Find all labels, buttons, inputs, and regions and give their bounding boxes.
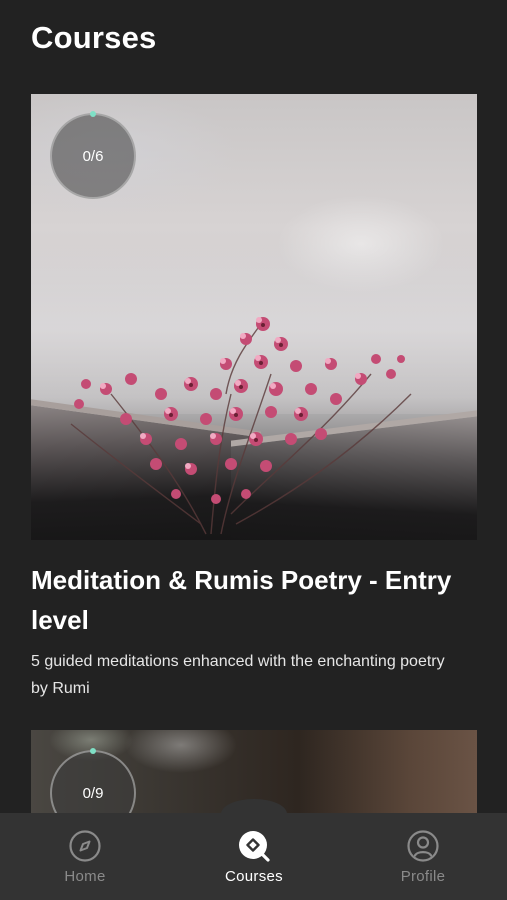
nav-item-courses[interactable]: Courses — [194, 813, 314, 900]
nav-label-courses: Courses — [225, 868, 283, 885]
course-search-icon — [239, 831, 270, 862]
nav-item-profile[interactable]: Profile — [363, 813, 483, 900]
progress-count: 0/6 — [82, 147, 104, 165]
profile-icon — [407, 830, 439, 862]
nav-item-home[interactable]: Home — [25, 813, 145, 900]
course-description: 5 guided meditations enhanced with the e… — [31, 653, 445, 697]
bottom-navigation: Home Courses Profile — [0, 799, 507, 900]
nav-label-profile: Profile — [400, 868, 446, 885]
compass-icon — [69, 830, 101, 862]
course-progress-ring: 0/6 — [50, 111, 136, 199]
nav-label-home: Home — [64, 868, 106, 885]
page-title: Courses — [31, 20, 157, 55]
course-card-image[interactable]: 0/6 — [31, 94, 477, 540]
course-title[interactable]: Meditation & Rumis Poetry - Entry level — [31, 560, 481, 640]
